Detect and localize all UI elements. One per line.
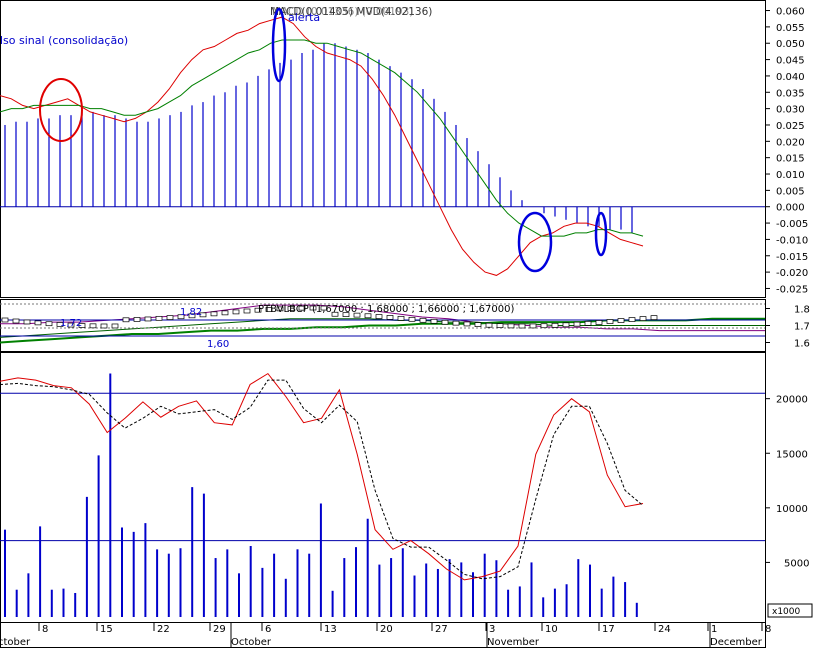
- macd-y-tick-label: -0.005: [776, 219, 808, 230]
- price-y-tick-label: 1.8: [794, 305, 810, 316]
- price-candle: [452, 320, 460, 326]
- month-label: November: [487, 637, 540, 648]
- price-candle: [155, 315, 163, 321]
- price-candle: [507, 323, 515, 329]
- macd-y-tick-label: 0.005: [776, 186, 805, 197]
- macd-y-tick-label: 0.000: [776, 203, 805, 214]
- date-tick-label: 27: [435, 624, 448, 635]
- price-candle: [408, 316, 416, 322]
- stock-chart: 0.060 0.055 0.050 0.045 0.040 0.035 0.030 0.025…: [0, 0, 813, 648]
- date-tick-label: 3: [489, 624, 495, 635]
- price-candle: [100, 323, 108, 329]
- price-candle: [540, 323, 548, 329]
- price-candle: [562, 322, 570, 328]
- price-candle: [89, 323, 97, 329]
- price-candle: [650, 315, 658, 320]
- month-label: December: [710, 637, 763, 648]
- price-candle: [628, 317, 636, 322]
- price-candle: [474, 322, 482, 327]
- signal-label: lso sinal (consolidação): [0, 34, 128, 47]
- date-tick-label: 8: [765, 624, 771, 635]
- macd-y-tick-label: 0.040: [776, 72, 805, 83]
- price-candle: [441, 319, 449, 325]
- scale-unit-label: x1000: [772, 607, 801, 617]
- date-tick-label: 1: [711, 624, 717, 635]
- macd-y-tick-label: 0.015: [776, 154, 805, 165]
- price-candle: [573, 321, 581, 327]
- price-candle: [430, 318, 438, 324]
- macd-y-tick-label: 0.050: [776, 39, 805, 50]
- price-level-mid: 1,72: [60, 318, 82, 329]
- price-candle: [144, 316, 152, 322]
- macd-y-tick-label: 0.060: [776, 7, 805, 18]
- macd-y-tick-label: 0.045: [776, 56, 805, 67]
- price-candle: [111, 323, 119, 329]
- macd-y-tick-label: 0.010: [776, 170, 805, 181]
- price-y-tick-label: 1.7: [794, 322, 810, 333]
- price-candle: [529, 323, 537, 329]
- price-y-axis: 1.8 1.7 1.6: [765, 305, 810, 350]
- price-candle: [375, 314, 383, 319]
- volume-y-tick-label: 15000: [776, 449, 808, 460]
- date-tick-label: 24: [658, 624, 671, 635]
- date-tick-label: 10: [545, 624, 558, 635]
- volume-y-tick-label: 5000: [784, 558, 809, 569]
- volume-y-tick-label: 10000: [776, 504, 808, 515]
- date-tick-label: 8: [42, 624, 48, 635]
- price-level-high: 1,82: [180, 307, 202, 318]
- date-tick-label: 13: [324, 624, 337, 635]
- date-tick-label: 15: [100, 624, 113, 635]
- price-candle: [232, 309, 240, 315]
- price-candle: [584, 320, 592, 326]
- date-tick-label: 22: [157, 624, 170, 635]
- price-candle: [606, 319, 614, 324]
- alert-label: alerta: [288, 11, 320, 24]
- macd-y-axis: 0.060 0.055 0.050 0.045 0.040 0.035 0.030 0.025…: [765, 7, 808, 295]
- price-candle: [496, 323, 504, 328]
- macd-y-tick-label: 0.035: [776, 88, 805, 99]
- price-candle: [397, 315, 405, 321]
- price-candle: [166, 315, 174, 320]
- price-candle: [122, 317, 130, 323]
- macd-y-tick-label: -0.020: [776, 268, 808, 279]
- macd-y-tick-label: 0.055: [776, 23, 805, 34]
- date-tick-label: 6: [265, 624, 271, 635]
- price-candle: [595, 320, 603, 325]
- price-candle: [210, 311, 218, 317]
- price-candle: [386, 315, 394, 320]
- macd-y-tick-label: -0.015: [776, 252, 808, 263]
- price-candle: [639, 316, 647, 321]
- price-y-tick-label: 1.6: [794, 339, 810, 350]
- price-candle: [45, 321, 53, 327]
- price-candle: [419, 317, 427, 323]
- price-level-low: 1,60: [207, 339, 229, 350]
- macd-y-tick-label: 0.020: [776, 137, 805, 148]
- macd-y-tick-label: 0.030: [776, 105, 805, 116]
- date-tick-label: 20: [380, 624, 393, 635]
- month-label: October: [231, 637, 272, 648]
- price-candle: [551, 322, 559, 328]
- price-candle: [617, 318, 625, 323]
- price-candle: [463, 321, 471, 327]
- price-candle: [1, 317, 9, 323]
- price-candle: [34, 320, 42, 326]
- volume-y-tick-label: 20000: [776, 395, 808, 406]
- month-label: ctober: [0, 637, 31, 648]
- price-candle: [23, 319, 31, 325]
- price-candle: [12, 318, 20, 324]
- price-candle: [221, 310, 229, 316]
- price-candle: [133, 317, 141, 322]
- macd-y-tick-label: 0.025: [776, 121, 805, 132]
- price-candle: [518, 323, 526, 329]
- price-candle: [485, 322, 493, 328]
- price-candle: [243, 308, 251, 314]
- price-header: PTBVLBCP (1,67000 ; 1,68000 ; 1,66000 ; …: [258, 304, 514, 315]
- macd-y-tick-label: -0.010: [776, 235, 808, 246]
- date-tick-label: 17: [602, 624, 615, 635]
- date-tick-label: 29: [213, 624, 226, 635]
- volume-y-axis: 20000 15000 10000 5000: [765, 395, 809, 569]
- macd-y-tick-label: -0.025: [776, 284, 808, 295]
